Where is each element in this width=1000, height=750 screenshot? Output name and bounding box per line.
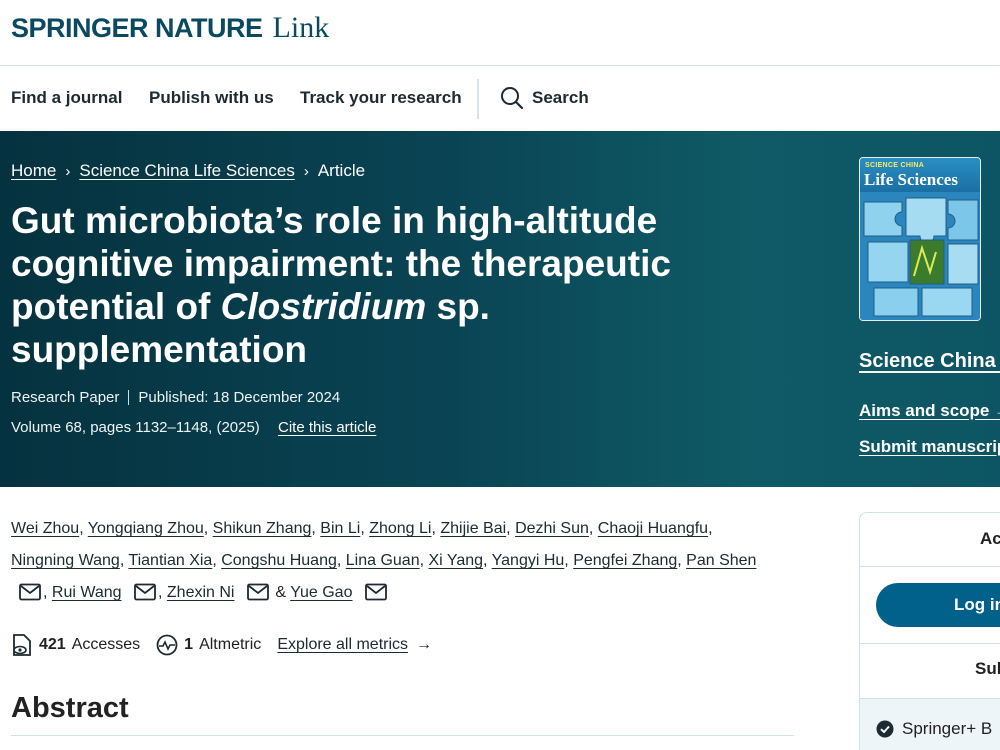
- chevron-right-icon: ›: [65, 162, 71, 180]
- accesses-count: 421: [39, 636, 66, 653]
- meta-divider: [128, 390, 130, 405]
- author-link[interactable]: Wei Zhou: [11, 520, 79, 537]
- nav-find-journal[interactable]: Find a journal: [11, 88, 122, 108]
- author-link[interactable]: Zhexin Ni: [167, 584, 235, 601]
- author-link[interactable]: Dezhi Sun: [515, 520, 589, 537]
- author-list: Wei Zhou, Yongqiang Zhou, Shikun Zhang, …: [11, 520, 757, 601]
- author-link[interactable]: Pan Shen: [686, 552, 756, 569]
- access-heading: Ac: [980, 529, 1000, 548]
- altmetric-label: Altmetric: [199, 636, 262, 653]
- logo-brand-text: SPRINGER NATURE: [11, 13, 263, 43]
- access-panel: Ac Log in Sul Springer+ B: [859, 512, 1000, 750]
- email-icon[interactable]: [247, 583, 269, 601]
- panel-divider: [860, 566, 1000, 567]
- search-button[interactable]: Search: [500, 86, 589, 110]
- chevron-right-icon: ›: [303, 162, 309, 180]
- section-divider: [11, 735, 794, 736]
- cover-title: Life Sciences: [864, 170, 958, 189]
- article-meta: Research Paper Published: 18 December 20…: [11, 389, 340, 406]
- published-date: Published: 18 December 2024: [138, 389, 341, 406]
- aims-scope-label: Aims and scope: [859, 401, 990, 420]
- author-link[interactable]: Bin Li: [320, 520, 360, 537]
- author-link[interactable]: Tiantian Xia: [128, 552, 212, 569]
- breadcrumb-current: Article: [317, 161, 366, 180]
- author-link[interactable]: Ningning Wang: [11, 552, 120, 569]
- author-link[interactable]: Lina Guan: [346, 552, 420, 569]
- subscribe-heading: Sul: [975, 659, 1000, 678]
- author-link[interactable]: Yongqiang Zhou: [88, 520, 204, 537]
- breadcrumb-home[interactable]: Home: [11, 161, 56, 181]
- accesses-icon: [13, 634, 31, 656]
- article-hero: Home › Science China Life Sciences › Art…: [0, 131, 1000, 487]
- search-icon: [501, 87, 524, 110]
- breadcrumb: Home › Science China Life Sciences › Art…: [11, 161, 365, 181]
- puzzle-artwork: [860, 192, 980, 320]
- author-link[interactable]: Shikun Zhang: [213, 520, 312, 537]
- login-button[interactable]: Log in: [876, 583, 1000, 627]
- author-link[interactable]: Pengfei Zhang: [573, 552, 677, 569]
- nav-publish-with-us[interactable]: Publish with us: [149, 88, 274, 108]
- site-header: SPRINGER NATURE Link: [0, 0, 1000, 66]
- cite-article-link[interactable]: Cite this article: [278, 419, 376, 436]
- panel-divider: [860, 643, 1000, 644]
- arrow-right-icon: →: [994, 401, 1000, 420]
- altmetric-icon: [156, 634, 178, 656]
- breadcrumb-journal[interactable]: Science China Life Sciences: [79, 161, 294, 181]
- author-link[interactable]: Zhijie Bai: [440, 520, 506, 537]
- main-navigation: Find a journal Publish with us Track you…: [0, 67, 1000, 131]
- volume-text: Volume 68, pages 1132–1148, (2025): [11, 419, 260, 436]
- author-ampersand: &: [275, 584, 287, 601]
- author-link[interactable]: Zhong Li: [369, 520, 431, 537]
- logo-product-text: Link: [272, 11, 330, 44]
- nav-track-research[interactable]: Track your research: [300, 88, 462, 108]
- check-circle-icon: [876, 720, 894, 738]
- search-label: Search: [532, 88, 589, 107]
- abstract-heading: Abstract: [11, 692, 129, 724]
- author-link[interactable]: Yangyi Hu: [492, 552, 565, 569]
- author-link[interactable]: Xi Yang: [428, 552, 483, 569]
- explore-metrics-link[interactable]: Explore all metrics: [277, 636, 408, 654]
- author-link[interactable]: Congshu Huang: [221, 552, 337, 569]
- volume-info: Volume 68, pages 1132–1148, (2025) Cite …: [11, 419, 376, 436]
- article-type: Research Paper: [11, 389, 120, 406]
- arrow-right-icon: →: [416, 636, 433, 653]
- author-link[interactable]: Yue Gao: [290, 584, 352, 601]
- title-italic-text: Clostridium: [220, 286, 427, 327]
- author-link[interactable]: Chaoji Huangfu: [598, 520, 708, 537]
- article-metrics: 421 Accesses 1 Altmetric Explore all met…: [11, 633, 432, 657]
- author-link[interactable]: Rui Wang: [52, 584, 122, 601]
- springer-plus-text: Springer+ B: [902, 719, 993, 738]
- journal-cover-image[interactable]: SCIENCE CHINA Life Sciences: [859, 157, 981, 321]
- accesses-label: Accesses: [71, 636, 141, 653]
- cover-kicker: SCIENCE CHINA: [865, 162, 925, 169]
- springer-plus-label: Springer+ B: [876, 719, 992, 739]
- aims-scope-link[interactable]: Aims and scope →: [859, 401, 1000, 421]
- email-icon[interactable]: [365, 583, 387, 601]
- submit-manuscript-link[interactable]: Submit manuscript: [859, 437, 1000, 457]
- email-icon[interactable]: [19, 583, 41, 601]
- article-title: Gut microbiota’s role in high-altitude c…: [11, 199, 731, 371]
- journal-name-link[interactable]: Science China L: [859, 350, 1000, 373]
- email-icon[interactable]: [134, 583, 156, 601]
- altmetric-score: 1: [184, 636, 194, 653]
- springer-nature-link-logo[interactable]: SPRINGER NATURE Link: [11, 11, 329, 45]
- nav-divider: [477, 79, 479, 119]
